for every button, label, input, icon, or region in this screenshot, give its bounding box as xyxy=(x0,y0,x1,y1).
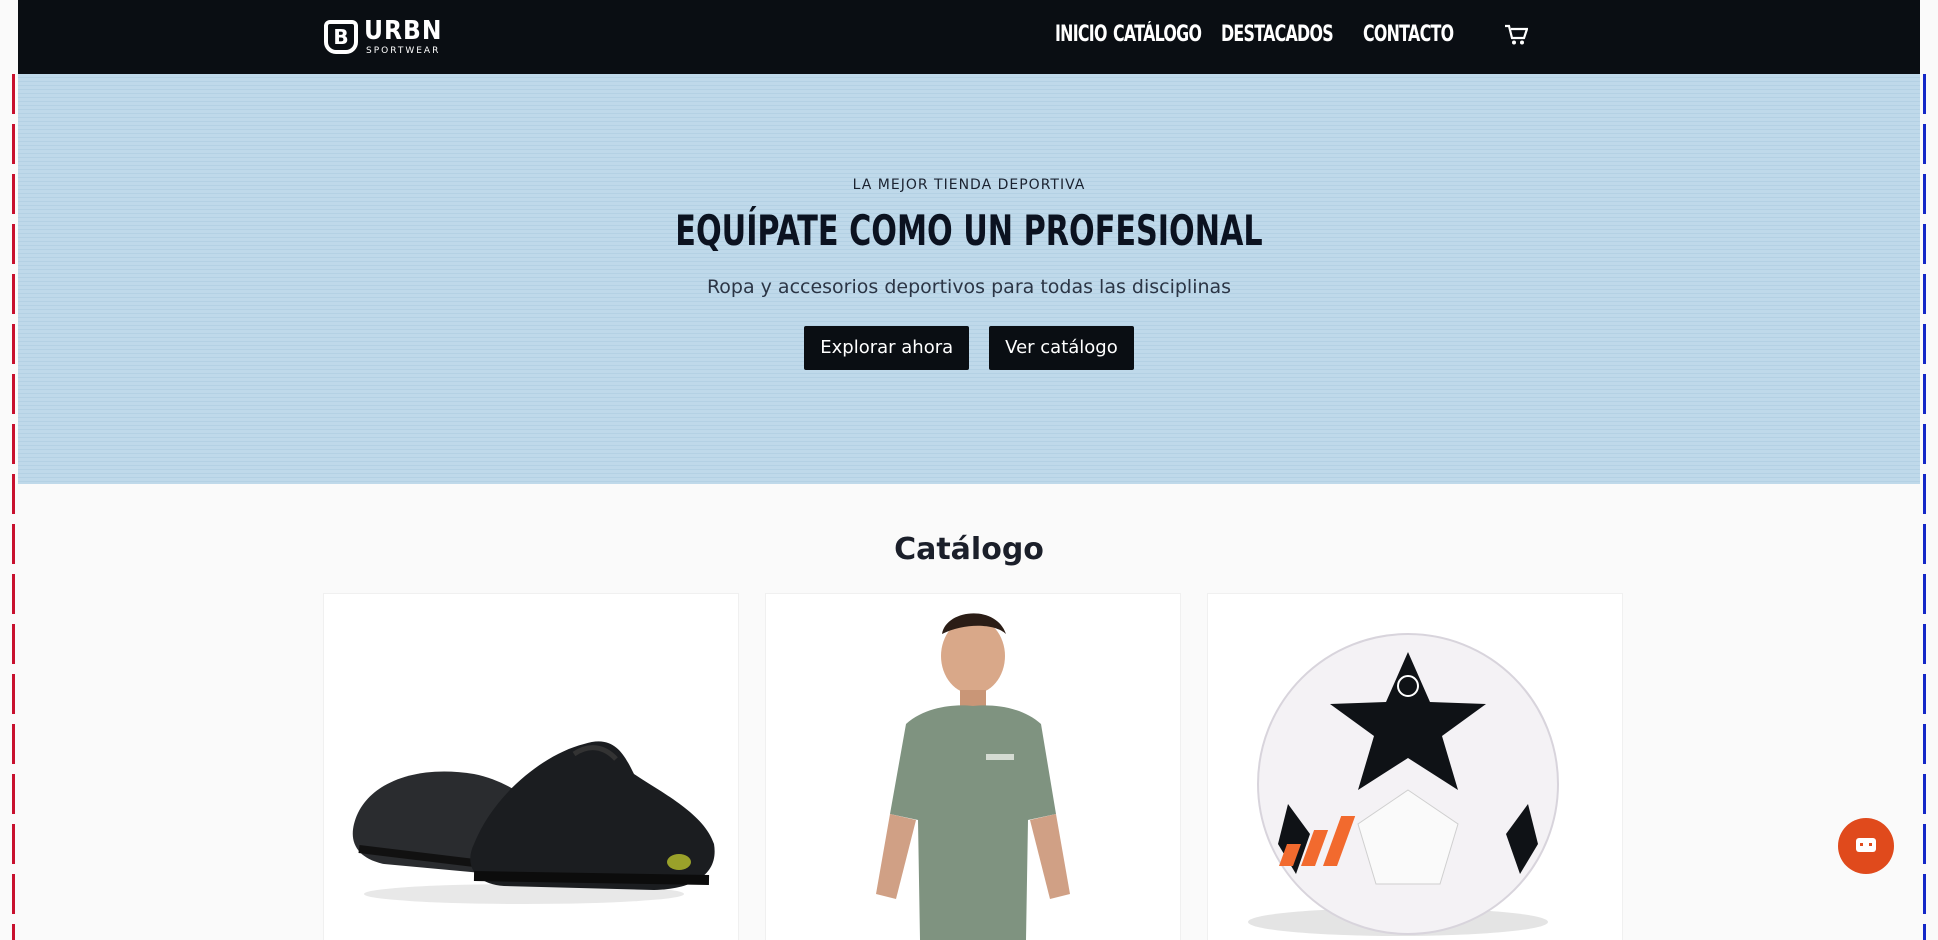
man-in-green-tshirt-image xyxy=(876,613,1070,940)
chat-button[interactable] xyxy=(1838,818,1894,874)
explore-now-button[interactable]: Explorar ahora xyxy=(804,326,970,370)
product-grid xyxy=(324,594,1622,940)
hero-eyebrow: LA MEJOR TIENDA DEPORTIVA xyxy=(852,177,1086,193)
main-nav: INICIO CATÁLOGO DESTACADOS CONTACTO xyxy=(1055,20,1528,50)
champions-league-ball-image xyxy=(1248,633,1559,936)
nav-link-inicio[interactable]: INICIO xyxy=(1055,20,1107,50)
top-navbar: B URBN SPORTWEAR INICIO CATÁLOGO DESTACA… xyxy=(18,0,1920,74)
left-edge-decoration xyxy=(12,74,15,940)
nav-link-catalogo[interactable]: CATÁLOGO xyxy=(1113,20,1202,50)
hero-banner: LA MEJOR TIENDA DEPORTIVA EQUÍPATE COMO … xyxy=(18,74,1920,484)
product-card-tshirt[interactable] xyxy=(766,594,1180,940)
chat-icon xyxy=(1856,838,1876,852)
cart-icon[interactable] xyxy=(1504,24,1528,46)
catalog-title: Catálogo xyxy=(894,532,1044,567)
product-card-shoes[interactable] xyxy=(324,594,738,940)
hero-subtitle: Ropa y accesorios deportivos para todas … xyxy=(706,276,1232,298)
nav-link-destacados[interactable]: DESTACADOS xyxy=(1221,20,1334,50)
nav-link-contacto[interactable]: CONTACTO xyxy=(1363,20,1454,50)
right-edge-decoration xyxy=(1923,74,1926,940)
black-running-shoes-image xyxy=(352,741,715,904)
view-catalog-button[interactable]: Ver catálogo xyxy=(989,326,1134,370)
brand-tagline: SPORTWEAR xyxy=(366,46,441,56)
hero-title: EQUÍPATE COMO UN PROFESIONAL xyxy=(675,206,1263,255)
hero-buttons: Explorar ahora Ver catálogo xyxy=(18,326,1920,370)
product-card-ball[interactable] xyxy=(1208,594,1622,940)
logo-mark-icon: B xyxy=(324,20,358,54)
brand-name: URBN xyxy=(364,16,443,46)
